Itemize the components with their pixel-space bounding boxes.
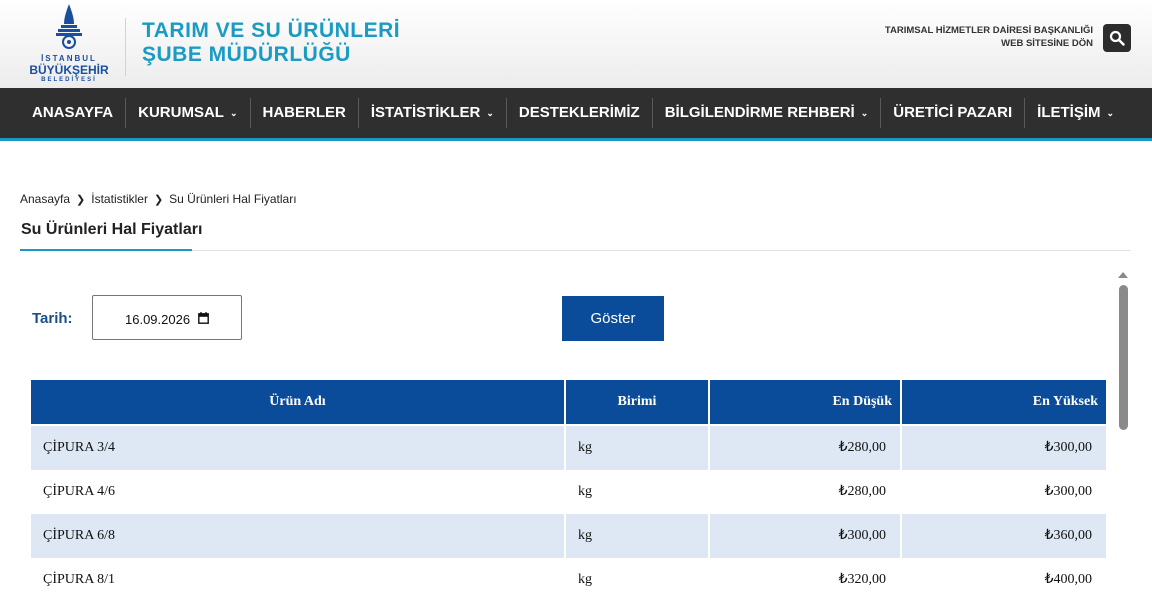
header-divider	[125, 18, 126, 76]
logo-text-belediyesi: BELEDİYESİ	[41, 77, 97, 83]
page-title: Su Ürünleri Hal Fiyatları	[21, 221, 203, 238]
date-label: Tarih:	[32, 310, 73, 327]
breadcrumb-current: Su Ürünleri Hal Fiyatları	[169, 192, 297, 206]
cell-unit: kg	[566, 426, 710, 470]
search-icon	[1109, 30, 1125, 46]
nav-item-label: KURUMSAL	[138, 104, 224, 121]
cell-unit: kg	[566, 470, 710, 514]
nav-item-label: BİLGİLENDİRME REHBERİ	[664, 104, 855, 121]
table-row: ÇİPURA 3/4 kg ₺280,00 ₺300,00	[31, 424, 1106, 470]
chevron-down-icon: ⌄	[229, 108, 238, 118]
cell-unit: kg	[566, 558, 710, 602]
nav-item-label: DESTEKLERİMİZ	[518, 104, 640, 121]
nav-item-bi̇lgi̇lendi̇rme-rehberi̇[interactable]: BİLGİLENDİRME REHBERİ ⌄	[653, 98, 882, 128]
show-button[interactable]: Göster	[562, 296, 664, 341]
nav-item-label: İLETİŞİM	[1037, 104, 1101, 121]
price-table: Ürün Adı Birimi En Düşük En Yüksek ÇİPUR…	[31, 380, 1106, 602]
cell-product: ÇİPURA 3/4	[31, 426, 566, 470]
cell-max-price: ₺300,00	[902, 470, 1106, 514]
column-header-unit[interactable]: Birimi	[566, 380, 710, 424]
chevron-down-icon: ⌄	[486, 108, 494, 118]
nav-item-anasayfa[interactable]: ANASAYFA	[20, 98, 127, 128]
nav-item-label: İSTATİSTİKLER	[370, 104, 481, 121]
nav-item-label: HABERLER	[262, 104, 346, 121]
cell-product: ÇİPURA 8/1	[31, 558, 566, 602]
cell-min-price: ₺280,00	[710, 470, 902, 514]
calendar-icon[interactable]	[198, 312, 209, 324]
date-value: 16.09.2026	[125, 312, 191, 327]
nav-item-i̇leti̇şi̇m[interactable]: İLETİŞİM ⌄	[1025, 98, 1126, 128]
site-title-line1: TARIM VE SU ÜRÜNLERİ	[142, 19, 401, 42]
chevron-down-icon: ⌄	[860, 108, 869, 118]
nav-item-haberler[interactable]: HABERLER	[251, 98, 359, 128]
breadcrumb: Anasayfa ❯ İstatistikler ❯ Su Ürünleri H…	[20, 192, 297, 206]
table-row: ÇİPURA 8/1 kg ₺320,00 ₺400,00	[31, 558, 1106, 602]
search-button[interactable]	[1103, 24, 1131, 52]
nav-item-i̇stati̇sti̇kler[interactable]: İSTATİSTİKLER ⌄	[359, 98, 507, 128]
ibb-emblem-icon	[56, 4, 82, 49]
nav-item-label: ANASAYFA	[32, 104, 114, 121]
breadcrumb-statistics[interactable]: İstatistikler	[91, 192, 148, 206]
table-row: ÇİPURA 6/8 kg ₺300,00 ₺360,00	[31, 514, 1106, 558]
cell-min-price: ₺320,00	[710, 558, 902, 602]
table-header-row: Ürün Adı Birimi En Düşük En Yüksek	[31, 380, 1106, 424]
chevron-down-icon: ⌄	[1106, 108, 1115, 118]
scrollbar-thumb[interactable]	[1119, 285, 1128, 430]
cell-unit: kg	[566, 514, 710, 558]
column-header-max-price[interactable]: En Yüksek	[902, 380, 1106, 424]
cell-max-price: ₺300,00	[902, 426, 1106, 470]
ibb-logo[interactable]: İSTANBUL BÜYÜKŞEHİR BELEDİYESİ	[22, 2, 116, 86]
cell-min-price: ₺300,00	[710, 514, 902, 558]
cell-min-price: ₺280,00	[710, 426, 902, 470]
column-header-product[interactable]: Ürün Adı	[31, 380, 566, 424]
site-title-line2: ŞUBE MÜDÜRLÜĞÜ	[142, 43, 351, 66]
title-underline	[20, 249, 192, 251]
cell-max-price: ₺400,00	[902, 558, 1106, 602]
nav-item-kurumsal[interactable]: KURUMSAL ⌄	[126, 98, 251, 128]
date-input[interactable]: 16.09.2026	[92, 295, 242, 340]
cell-product: ÇİPURA 6/8	[31, 514, 566, 558]
column-header-min-price[interactable]: En Düşük	[710, 380, 902, 424]
site-header: İSTANBUL BÜYÜKŞEHİR BELEDİYESİ TARIM VE …	[0, 0, 1152, 88]
chevron-right-icon: ❯	[76, 193, 86, 206]
site-title[interactable]: TARIM VE SU ÜRÜNLERİ ŞUBE MÜDÜRLÜĞÜ	[142, 19, 400, 67]
breadcrumb-home[interactable]: Anasayfa	[20, 192, 70, 206]
dept-name: TARIMSAL HİZMETLER DAİRESİ BAŞKANLIĞI	[884, 25, 1093, 36]
parent-department-link[interactable]: TARIMSAL HİZMETLER DAİRESİ BAŞKANLIĞI WE…	[885, 24, 1093, 50]
dept-back-link: WEB SİTESİNE DÖN	[1001, 38, 1093, 49]
nav-item-üreti̇ci̇-pazari[interactable]: ÜRETİCİ PAZARI	[881, 98, 1026, 128]
table-row: ÇİPURA 4/6 kg ₺280,00 ₺300,00	[31, 470, 1106, 514]
cell-product: ÇİPURA 4/6	[31, 470, 566, 514]
main-nav: ANASAYFA KURUMSAL ⌄ HABERLER İSTATİSTİKLER ⌄ D…	[0, 88, 1152, 141]
nav-item-label: ÜRETİCİ PAZARI	[893, 104, 1013, 121]
nav-item-destekleri̇mi̇z[interactable]: DESTEKLERİMİZ	[507, 98, 653, 128]
scroll-up-arrow[interactable]	[1118, 272, 1128, 278]
logo-text-buyuksehir: BÜYÜKŞEHİR	[29, 63, 109, 77]
chevron-right-icon: ❯	[153, 193, 164, 206]
cell-max-price: ₺360,00	[902, 514, 1106, 558]
logo-text-istanbul: İSTANBUL	[41, 54, 97, 63]
nav-list: ANASAYFA KURUMSAL ⌄ HABERLER İSTATİSTİKLER ⌄ D…	[20, 88, 1126, 138]
